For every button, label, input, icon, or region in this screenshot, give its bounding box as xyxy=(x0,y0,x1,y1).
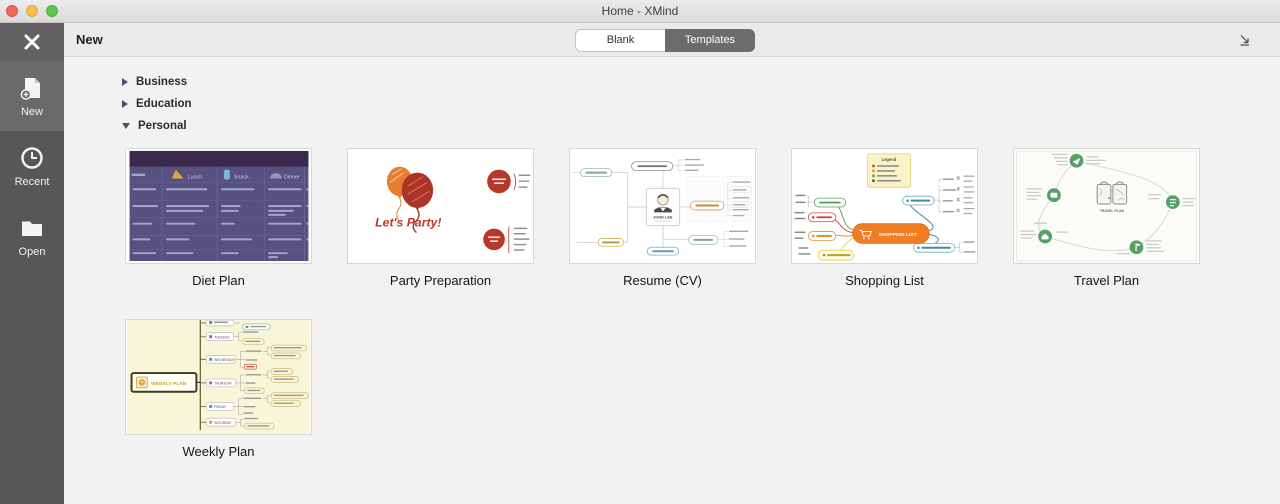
template-title: Shopping List xyxy=(791,273,978,288)
template-cell: Let's Party! xyxy=(347,148,534,288)
svg-text:TRAVEL PLAN: TRAVEL PLAN xyxy=(1100,209,1125,213)
template-title: Travel Plan xyxy=(1013,273,1200,288)
svg-text:FRIDAY: FRIDAY xyxy=(214,405,227,409)
tab-templates[interactable]: Templates xyxy=(665,29,755,52)
template-title: Weekly Plan xyxy=(125,444,312,459)
template-title: Party Preparation xyxy=(347,273,534,288)
category-tree: Business Education Personal xyxy=(122,71,192,137)
sidebar-item-label: Open xyxy=(19,246,46,258)
window-title: Home - XMind xyxy=(0,0,1280,22)
svg-text:TUESDAY: TUESDAY xyxy=(214,335,230,339)
sidebar-item-recent[interactable]: Recent xyxy=(0,131,64,201)
svg-text:JOHN LEE: JOHN LEE xyxy=(653,215,673,219)
sidebar-item-new[interactable]: New xyxy=(0,61,64,131)
template-card-diet-plan[interactable]: Lunch Snack Dinner xyxy=(125,148,312,264)
import-template-button[interactable] xyxy=(1237,32,1253,48)
template-card-resume-cv[interactable]: JOHN LEE xyxy=(569,148,756,264)
sidebar-item-label: Recent xyxy=(15,176,50,188)
svg-text:Legend: Legend xyxy=(882,157,897,162)
svg-text:WEDNESDAY: WEDNESDAY xyxy=(214,358,236,362)
template-grid: Lunch Snack Dinner xyxy=(125,148,1200,459)
svg-text:THURSDAY: THURSDAY xyxy=(214,382,233,386)
party-preparation-thumbnail: Let's Party! xyxy=(348,149,533,263)
template-title: Resume (CV) xyxy=(569,273,756,288)
clock-icon xyxy=(19,145,45,171)
collapsed-arrow-icon xyxy=(122,78,128,86)
svg-text:SHOPPING LIST: SHOPPING LIST xyxy=(879,232,917,238)
svg-text:Dinner: Dinner xyxy=(284,174,300,180)
template-cell: TRAVEL PLAN xyxy=(1013,148,1200,288)
svg-text:Lunch: Lunch xyxy=(188,174,203,180)
template-card-travel-plan[interactable]: TRAVEL PLAN xyxy=(1013,148,1200,264)
close-icon xyxy=(22,32,42,52)
category-business[interactable]: Business xyxy=(122,71,192,93)
folder-icon xyxy=(19,215,45,241)
blank-templates-switcher: Blank Templates xyxy=(575,29,755,52)
page-title: New xyxy=(76,32,103,47)
xmind-home-window: Home - XMind New xyxy=(0,0,1280,504)
diet-plan-thumbnail: Lunch Snack Dinner xyxy=(126,149,311,263)
category-education[interactable]: Education xyxy=(122,93,192,115)
template-cell: JOHN LEE Resume (CV) xyxy=(569,148,756,288)
template-cell: Legend xyxy=(791,148,978,288)
svg-text:Let's Party!: Let's Party! xyxy=(375,216,441,230)
svg-text:WEEKLY PLAN: WEEKLY PLAN xyxy=(151,381,187,387)
shopping-list-thumbnail: Legend xyxy=(792,149,977,263)
svg-text:Snack: Snack xyxy=(234,174,249,180)
svg-text:SATURDAY: SATURDAY xyxy=(214,421,232,425)
download-arrow-icon xyxy=(1237,32,1253,48)
collapsed-arrow-icon xyxy=(122,100,128,108)
template-cell: Lunch Snack Dinner xyxy=(125,148,312,288)
template-title: Diet Plan xyxy=(125,273,312,288)
tab-blank[interactable]: Blank xyxy=(575,29,665,52)
sidebar-item-label: New xyxy=(21,106,43,118)
travel-plan-thumbnail: TRAVEL PLAN xyxy=(1014,149,1199,263)
new-document-icon xyxy=(19,75,45,101)
expanded-arrow-icon xyxy=(122,123,130,129)
template-card-shopping-list[interactable]: Legend xyxy=(791,148,978,264)
templates-panel: Business Education Personal xyxy=(64,57,1280,504)
sidebar-item-open[interactable]: Open xyxy=(0,201,64,271)
template-card-weekly-plan[interactable]: WEEKLY PLAN TUESDAY xyxy=(125,319,312,435)
resume-cv-thumbnail: JOHN LEE xyxy=(570,149,755,263)
category-personal[interactable]: Personal xyxy=(122,115,192,137)
titlebar: Home - XMind xyxy=(0,0,1280,23)
sidebar: New Recent Open xyxy=(0,23,64,504)
template-cell: WEEKLY PLAN TUESDAY xyxy=(125,319,312,459)
main-header: New Blank Templates xyxy=(64,23,1280,57)
template-card-party-preparation[interactable]: Let's Party! xyxy=(347,148,534,264)
close-home-button[interactable] xyxy=(0,23,64,61)
weekly-plan-thumbnail: WEEKLY PLAN TUESDAY xyxy=(126,320,311,434)
